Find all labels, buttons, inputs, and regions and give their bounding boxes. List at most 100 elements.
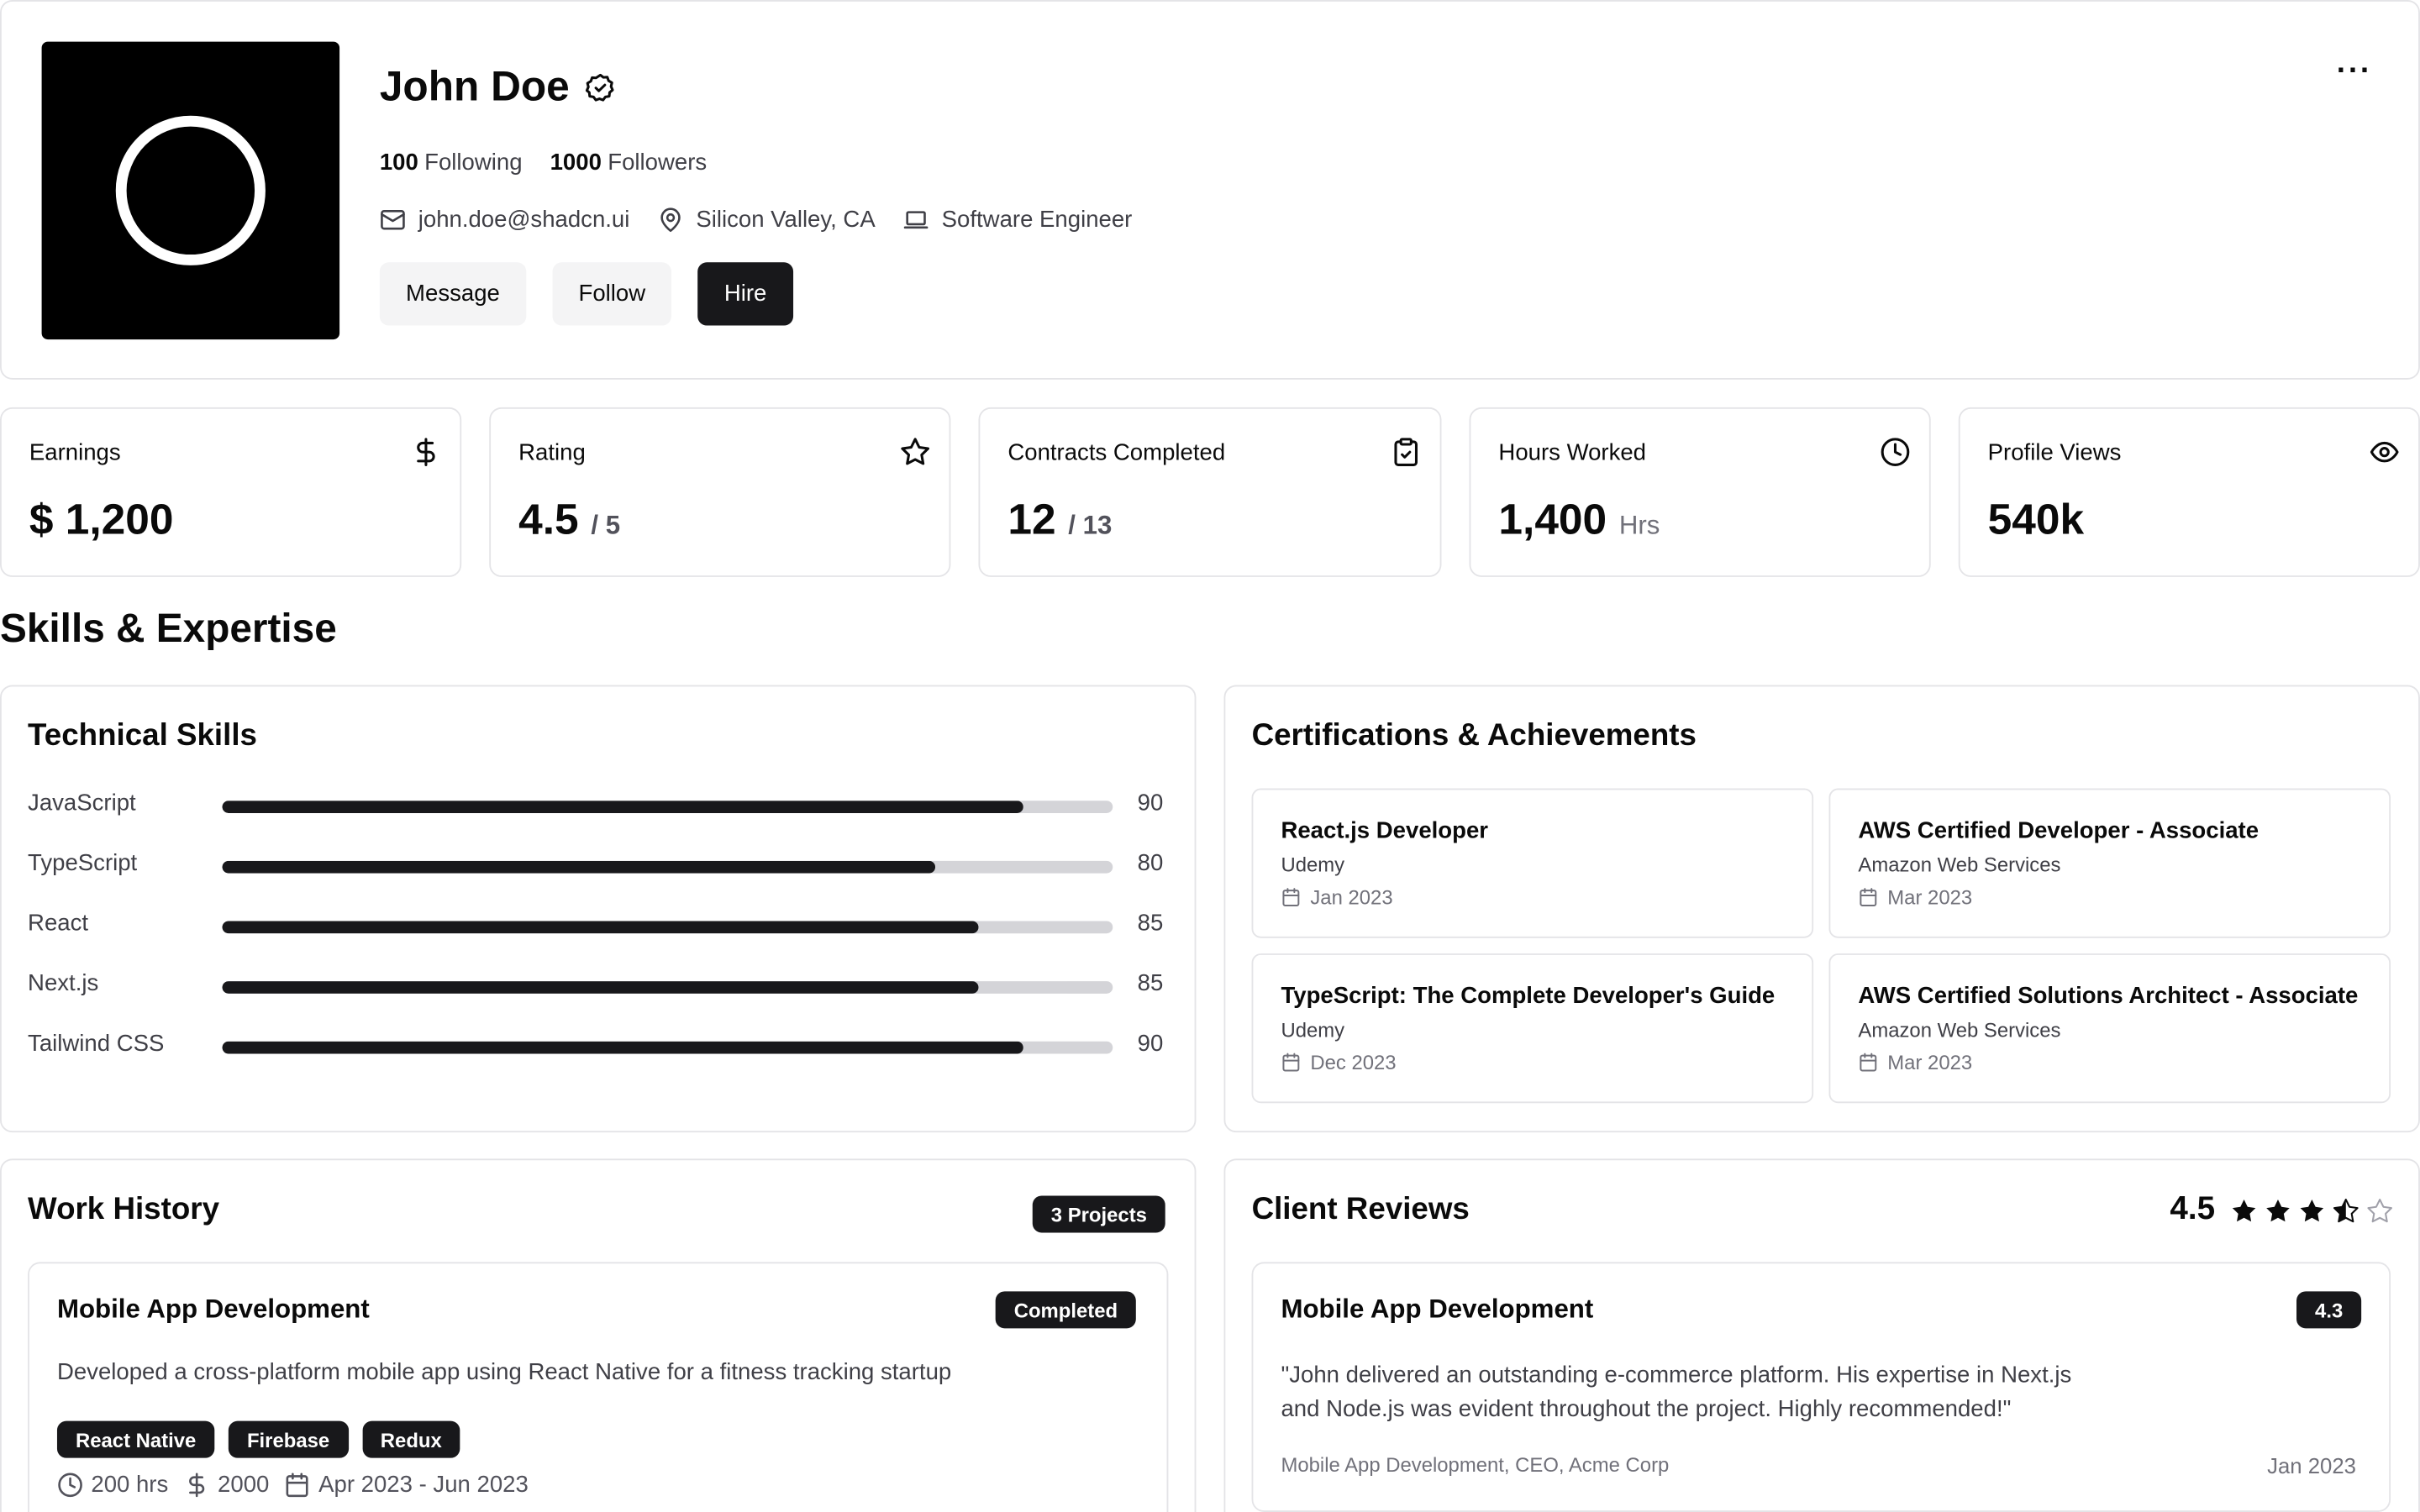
more-options-icon[interactable]: ··· bbox=[2337, 54, 2372, 89]
skill-name: React bbox=[28, 910, 89, 937]
project-tag: Firebase bbox=[228, 1420, 349, 1458]
followers-stat[interactable]: 1000 Followers bbox=[550, 150, 708, 176]
skill-row: TypeScript 80 bbox=[28, 850, 1170, 881]
calendar-icon bbox=[1860, 1053, 1877, 1072]
profile-meta: john.doe@shadcn.ui Silicon Valley, CA So… bbox=[380, 207, 1133, 234]
calendar-icon bbox=[287, 1473, 309, 1498]
stat-label: Contracts Completed bbox=[1007, 439, 1226, 466]
stat-value-row: 1,400 Hrs bbox=[1498, 496, 1660, 545]
calendar-icon bbox=[1282, 1053, 1300, 1072]
email-text: john.doe@shadcn.ui bbox=[418, 207, 630, 234]
skill-progress-fill bbox=[222, 981, 980, 994]
review-text-line: and Node.js was evident throughout the p… bbox=[1281, 1396, 2012, 1423]
message-button[interactable]: Message bbox=[379, 262, 527, 326]
location-item: Silicon Valley, CA bbox=[657, 207, 876, 234]
stat-value-row: 12 / 13 bbox=[1007, 496, 1112, 545]
skill-name: Tailwind CSS bbox=[28, 1030, 165, 1058]
stat-label: Earnings bbox=[29, 439, 121, 466]
certification-date: Mar 2023 bbox=[1858, 885, 1972, 909]
skill-progress-track bbox=[222, 981, 1113, 994]
profile-name: John Doe bbox=[380, 63, 616, 111]
certification-title: React.js Developer bbox=[1281, 817, 1489, 844]
project-hours: 200 hrs bbox=[57, 1472, 168, 1498]
certification-item[interactable]: React.js Developer Udemy Jan 2023 bbox=[1251, 788, 1814, 938]
project-meta: 200 hrs 2000 Apr 2023 - Jun 2023 bbox=[57, 1472, 529, 1498]
laptop-icon bbox=[904, 211, 929, 229]
skill-progress-fill bbox=[222, 801, 1024, 813]
project-dates: Apr 2023 - Jun 2023 bbox=[285, 1472, 529, 1498]
stat-value: 540k bbox=[1987, 495, 2085, 543]
stat-value: 1,400 bbox=[1498, 495, 1607, 543]
following-stat[interactable]: 100 Following bbox=[380, 150, 523, 176]
project-title: Mobile App Development bbox=[56, 1294, 370, 1324]
star-icon bbox=[901, 438, 929, 465]
stat-value: $ 1,200 bbox=[29, 495, 174, 543]
certification-org: Amazon Web Services bbox=[1858, 853, 2061, 877]
star-empty-icon bbox=[2367, 1199, 2392, 1223]
stat-value-row: 540k bbox=[1988, 496, 2084, 545]
review-text-line: "John delivered an outstanding e-commerc… bbox=[1281, 1362, 2072, 1389]
star-filled-icon bbox=[2266, 1200, 2290, 1222]
project-description: Developed a cross-platform mobile app us… bbox=[56, 1359, 952, 1386]
project-status-badge: Completed bbox=[995, 1291, 1137, 1329]
certification-org: Udemy bbox=[1281, 1018, 1345, 1042]
stat-suffix: / 5 bbox=[591, 510, 621, 540]
location-text: Silicon Valley, CA bbox=[696, 207, 876, 234]
stat-value-row: $ 1,200 bbox=[29, 496, 174, 545]
follow-button[interactable]: Follow bbox=[552, 262, 672, 326]
project-hours-text: 200 hrs bbox=[91, 1472, 169, 1499]
following-label: Following bbox=[424, 150, 523, 176]
skill-progress-track bbox=[222, 1041, 1113, 1054]
mail-icon bbox=[381, 210, 405, 230]
certification-org: Udemy bbox=[1281, 853, 1345, 877]
skills-section-title: Skills & Expertise bbox=[0, 604, 337, 652]
calendar-icon bbox=[1282, 888, 1300, 906]
review-author: Mobile App Development, CEO, Acme Corp bbox=[1281, 1453, 1670, 1477]
project-amount: 2000 bbox=[184, 1472, 270, 1499]
project-dates-text: Apr 2023 - Jun 2023 bbox=[318, 1472, 529, 1499]
certification-date-text: Mar 2023 bbox=[1887, 885, 1973, 909]
dollar-icon bbox=[189, 1473, 205, 1498]
stat-suffix: / 13 bbox=[1068, 510, 1113, 540]
certification-title: AWS Certified Developer - Associate bbox=[1858, 817, 2260, 844]
skill-value: 85 bbox=[1137, 970, 1164, 997]
certification-org: Amazon Web Services bbox=[1858, 1018, 2061, 1042]
skill-row: Next.js 85 bbox=[28, 970, 1170, 1001]
star-half-icon bbox=[2333, 1199, 2359, 1223]
follow-stats: 100 Following 1000 Followers bbox=[380, 150, 707, 176]
profile-actions: Message Follow Hire bbox=[379, 262, 793, 326]
skill-value: 80 bbox=[1137, 850, 1164, 877]
skill-row: React 85 bbox=[28, 911, 1170, 942]
stat-value: 12 bbox=[1007, 495, 1056, 543]
certification-item[interactable]: TypeScript: The Complete Developer's Gui… bbox=[1251, 953, 1814, 1104]
skill-progress-track bbox=[222, 921, 1113, 934]
following-count: 100 bbox=[379, 150, 418, 176]
followers-label: Followers bbox=[608, 150, 708, 176]
role-text: Software Engineer bbox=[941, 207, 1133, 234]
calendar-icon bbox=[1860, 888, 1877, 906]
skill-value: 85 bbox=[1137, 910, 1164, 937]
project-amount-text: 2000 bbox=[218, 1472, 270, 1499]
certification-title: AWS Certified Solutions Architect - Asso… bbox=[1858, 982, 2359, 1010]
client-reviews-title: Client Reviews bbox=[1251, 1192, 1470, 1227]
project-tag: Redux bbox=[361, 1420, 460, 1458]
skill-progress-fill bbox=[222, 921, 980, 934]
certification-date: Dec 2023 bbox=[1281, 1051, 1397, 1074]
stat-value-row: 4.5 / 5 bbox=[518, 496, 620, 545]
review-title: Mobile App Development bbox=[1281, 1294, 1594, 1324]
certification-item[interactable]: AWS Certified Developer - Associate Amaz… bbox=[1828, 788, 2391, 938]
clock-icon bbox=[58, 1473, 82, 1498]
avatar-circle bbox=[115, 115, 266, 265]
stat-label: Hours Worked bbox=[1498, 439, 1647, 466]
hire-button[interactable]: Hire bbox=[697, 262, 793, 326]
certification-date-text: Jan 2023 bbox=[1310, 885, 1393, 909]
stat-card-contracts: Contracts Completed 12 / 13 bbox=[978, 407, 1442, 577]
verified-badge-icon bbox=[585, 72, 614, 101]
star-filled-icon bbox=[2232, 1200, 2256, 1222]
followers-count: 1000 bbox=[550, 150, 602, 176]
email-item: john.doe@shadcn.ui bbox=[380, 207, 630, 234]
clipboard-check-icon bbox=[1394, 438, 1418, 466]
certification-item[interactable]: AWS Certified Solutions Architect - Asso… bbox=[1828, 953, 2391, 1104]
review-text: "John delivered an outstanding e-commerc… bbox=[1281, 1359, 2071, 1427]
skill-name: JavaScript bbox=[28, 790, 136, 816]
